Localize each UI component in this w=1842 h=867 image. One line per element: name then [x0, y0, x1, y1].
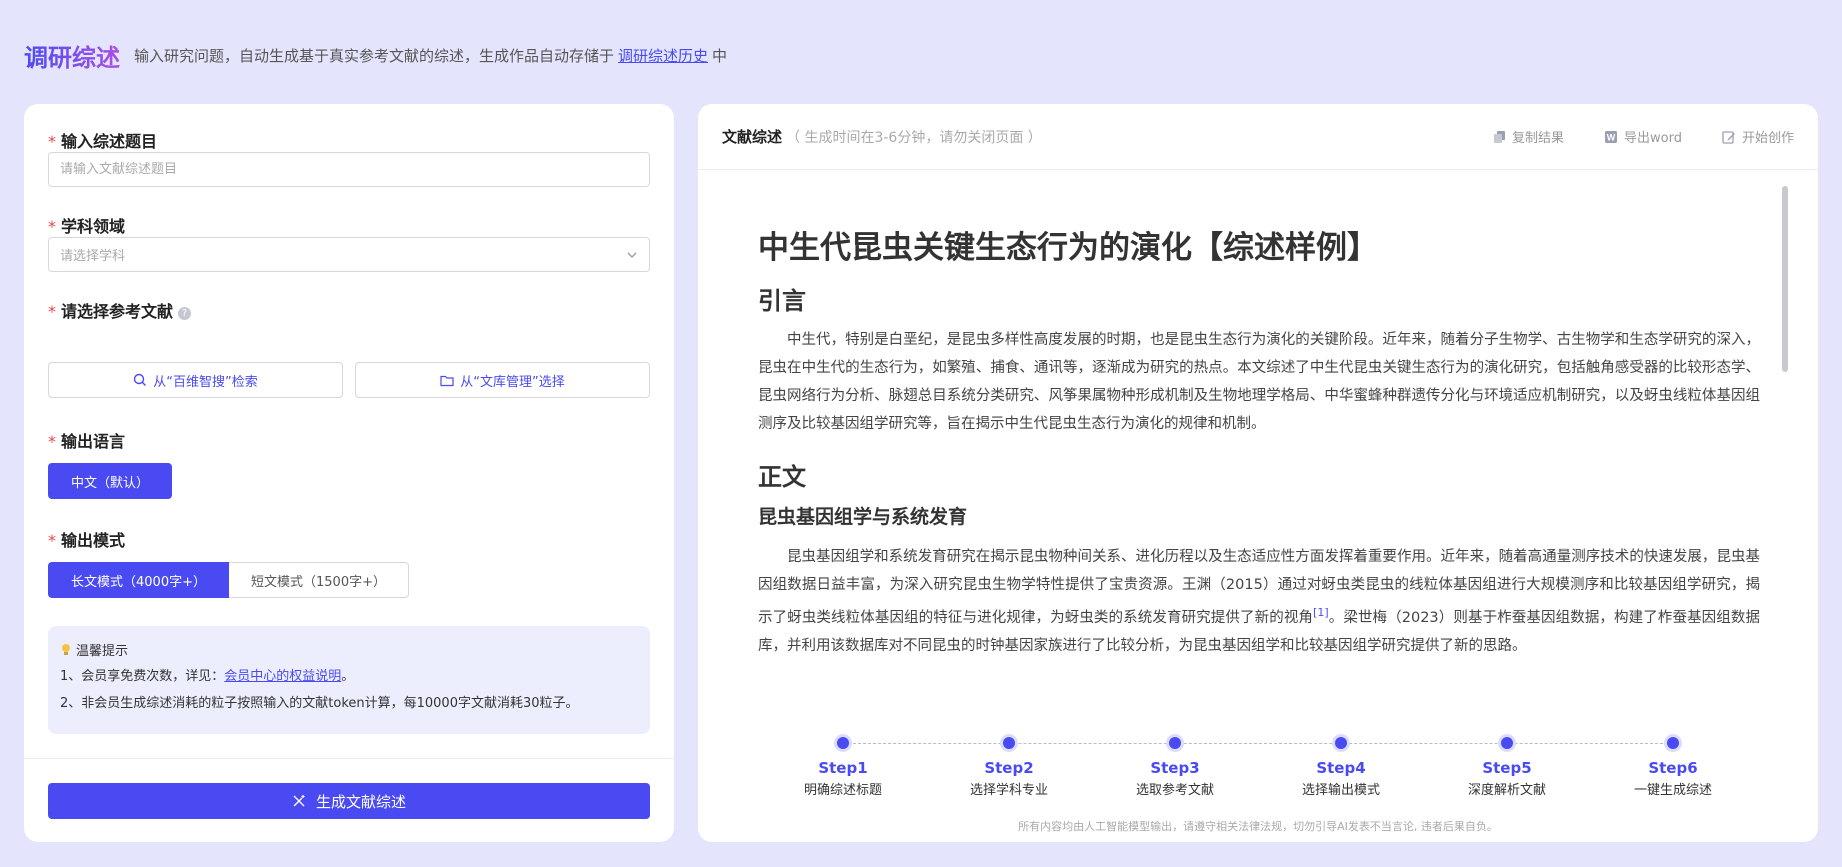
step-description: 选取参考文献: [1135, 783, 1214, 798]
result-panel: 文献综述 （ 生成时间在3-6分钟，请勿关闭页面 ） 复制结果 W 导出word…: [698, 104, 1818, 842]
svg-text:W: W: [1607, 132, 1616, 142]
export-word-label: 导出word: [1624, 131, 1682, 146]
required-mark: *: [48, 302, 56, 321]
required-mark: *: [48, 432, 56, 451]
chevron-down-icon: [627, 252, 637, 258]
export-word-button[interactable]: W 导出word: [1604, 127, 1682, 146]
step-name: Step1: [818, 759, 868, 777]
discipline-select[interactable]: 请选择学科: [48, 237, 650, 272]
disclaimer-note: 所有内容均由人工智能模型输出，请遵守相关法律法规，切勿引导AI发表不当言论, 违…: [1018, 820, 1498, 833]
search-icon: [134, 373, 147, 386]
required-mark: *: [48, 132, 56, 151]
library-references-label: 从“文库管理”选择: [460, 374, 565, 390]
intro-heading: 引言: [758, 287, 806, 315]
step-dot: [1169, 737, 1181, 749]
short-mode-button[interactable]: 短文模式（1500字+）: [229, 562, 409, 598]
tips-title: 温馨提示: [76, 644, 129, 659]
divider: [24, 758, 674, 759]
folder-icon: [440, 375, 454, 386]
result-header: 文献综述 （ 生成时间在3-6分钟，请勿关闭页面 ） 复制结果 W 导出word…: [698, 104, 1818, 170]
step-description: 深度解析文献: [1467, 783, 1546, 798]
step-name: Step6: [1648, 759, 1698, 777]
header-description: 输入研究问题，自动生成基于真实参考文献的综述，生成作品自动存储于: [134, 46, 615, 65]
step-description: 一键生成综述: [1633, 783, 1712, 798]
topic-input[interactable]: [48, 152, 650, 187]
long-mode-button[interactable]: 长文模式（4000字+）: [48, 562, 229, 598]
topic-label: * 输入综述题目: [48, 128, 157, 152]
question-icon[interactable]: ?: [178, 307, 192, 320]
required-mark: *: [48, 217, 56, 236]
copy-result-button[interactable]: 复制结果: [1493, 127, 1564, 146]
step-dot: [1667, 737, 1679, 749]
step-description: 明确综述标题: [803, 783, 882, 798]
step-dot: [1003, 737, 1015, 749]
word-icon: W: [1605, 130, 1618, 143]
topic-label-text: 输入综述题目: [61, 132, 158, 151]
step-1: Step1 明确综述标题: [788, 737, 898, 799]
mode-label-text: 输出模式: [61, 531, 126, 550]
mode-label: * 输出模式: [48, 527, 125, 551]
discipline-placeholder: 请选择学科: [60, 249, 126, 264]
tips-line-2: 2、非会员生成综述消耗的粒子按照输入的文献token计算，每10000字文献消耗…: [60, 696, 579, 711]
form-panel: *输入综述题目 *学科领域 请选择学科 *请选择参考文献? 从“百维智搜”检索 …: [24, 104, 674, 842]
result-subtitle: （ 生成时间在3-6分钟，请勿关闭页面 ）: [786, 129, 1042, 146]
step-2: Step2 选择学科专业: [954, 737, 1064, 799]
generate-review-button[interactable]: 生成文献综述: [48, 783, 650, 819]
step-description: 选择学科专业: [969, 783, 1048, 798]
steps-progress: Step1 明确综述标题 Step2 选择学科专业 Step3 选取参考文献 S…: [698, 730, 1818, 810]
start-creation-label: 开始创作: [1741, 131, 1794, 146]
copy-result-label: 复制结果: [1512, 131, 1565, 146]
bulb-icon: [62, 643, 70, 655]
tips-line-1-suffix: 。: [341, 669, 355, 684]
tips-line-1-prefix: 1、会员享免费次数，详见：: [60, 669, 225, 684]
language-label: * 输出语言: [48, 428, 125, 452]
section-heading: 昆虫基因组学与系统发育: [758, 506, 968, 528]
step-dot: [837, 737, 849, 749]
step-3: Step3 选取参考文献: [1120, 737, 1230, 799]
step-name: Step2: [984, 759, 1034, 777]
brand-title: 调研综述: [24, 38, 120, 73]
step-dot: [1501, 737, 1513, 749]
body-heading: 正文: [758, 463, 806, 491]
citation-link[interactable]: [1]: [1313, 606, 1329, 619]
edit-icon: [1722, 130, 1735, 144]
references-label-text: 请选择参考文献: [61, 302, 174, 321]
required-mark: *: [48, 531, 56, 550]
step-dot: [1335, 737, 1347, 749]
intro-paragraph: 中生代，特别是白垩纪，是昆虫多样性高度发展的时期，也是昆虫生态行为演化的关键阶段…: [758, 332, 1760, 432]
magic-wand-icon: [293, 795, 305, 807]
search-references-label: 从“百维智搜”检索: [153, 374, 258, 390]
copy-icon: [1494, 130, 1505, 143]
result-actions: 复制结果 W 导出word 开始创作: [1493, 127, 1794, 146]
discipline-label: * 学科领域: [48, 213, 125, 237]
library-references-button[interactable]: 从“文库管理”选择: [355, 362, 650, 398]
references-label: * 请选择参考文献?: [48, 298, 192, 322]
search-references-button[interactable]: 从“百维智搜”检索: [48, 362, 343, 398]
step-name: Step4: [1316, 759, 1366, 777]
result-title: 文献综述: [722, 128, 783, 146]
membership-benefits-link[interactable]: 会员中心的权益说明: [224, 669, 341, 684]
generate-review-label: 生成文献综述: [315, 792, 406, 811]
tips-line-1: 1、会员享免费次数，详见：会员中心的权益说明。: [60, 668, 638, 686]
section-paragraph: 昆虫基因组学和系统发育研究在揭示昆虫物种间关系、进化历程以及生态适应性方面发挥着…: [758, 543, 1760, 660]
review-article: 中生代昆虫关键生态行为的演化【综述样例】 引言 中生代，特别是白垩纪，是昆虫多样…: [758, 228, 1760, 686]
start-creation-button[interactable]: 开始创作: [1722, 127, 1794, 146]
step-description: 选择输出模式: [1301, 783, 1380, 798]
page-header: 调研综述 输入研究问题，自动生成基于真实参考文献的综述，生成作品自动存储于 调研…: [24, 38, 727, 72]
step-5: Step5 深度解析文献: [1452, 737, 1562, 799]
language-chinese-button[interactable]: 中文（默认）: [48, 463, 172, 499]
scrollbar-thumb[interactable]: [1782, 186, 1788, 372]
discipline-label-text: 学科领域: [61, 217, 126, 236]
step-6: Step6 一键生成综述: [1618, 737, 1728, 799]
language-label-text: 输出语言: [61, 432, 126, 451]
step-4: Step4 选择输出模式: [1286, 737, 1396, 799]
tips-box: 温馨提示 1、会员享免费次数，详见：会员中心的权益说明。 2、非会员生成综述消耗…: [48, 626, 650, 734]
article-title: 中生代昆虫关键生态行为的演化【综述样例】: [758, 230, 1378, 266]
history-link[interactable]: 调研综述历史: [618, 45, 708, 66]
mode-selector: 长文模式（4000字+） 短文模式（1500字+）: [48, 562, 409, 598]
step-name: Step5: [1482, 759, 1532, 777]
header-suffix: 中: [712, 46, 728, 65]
step-name: Step3: [1150, 759, 1200, 777]
